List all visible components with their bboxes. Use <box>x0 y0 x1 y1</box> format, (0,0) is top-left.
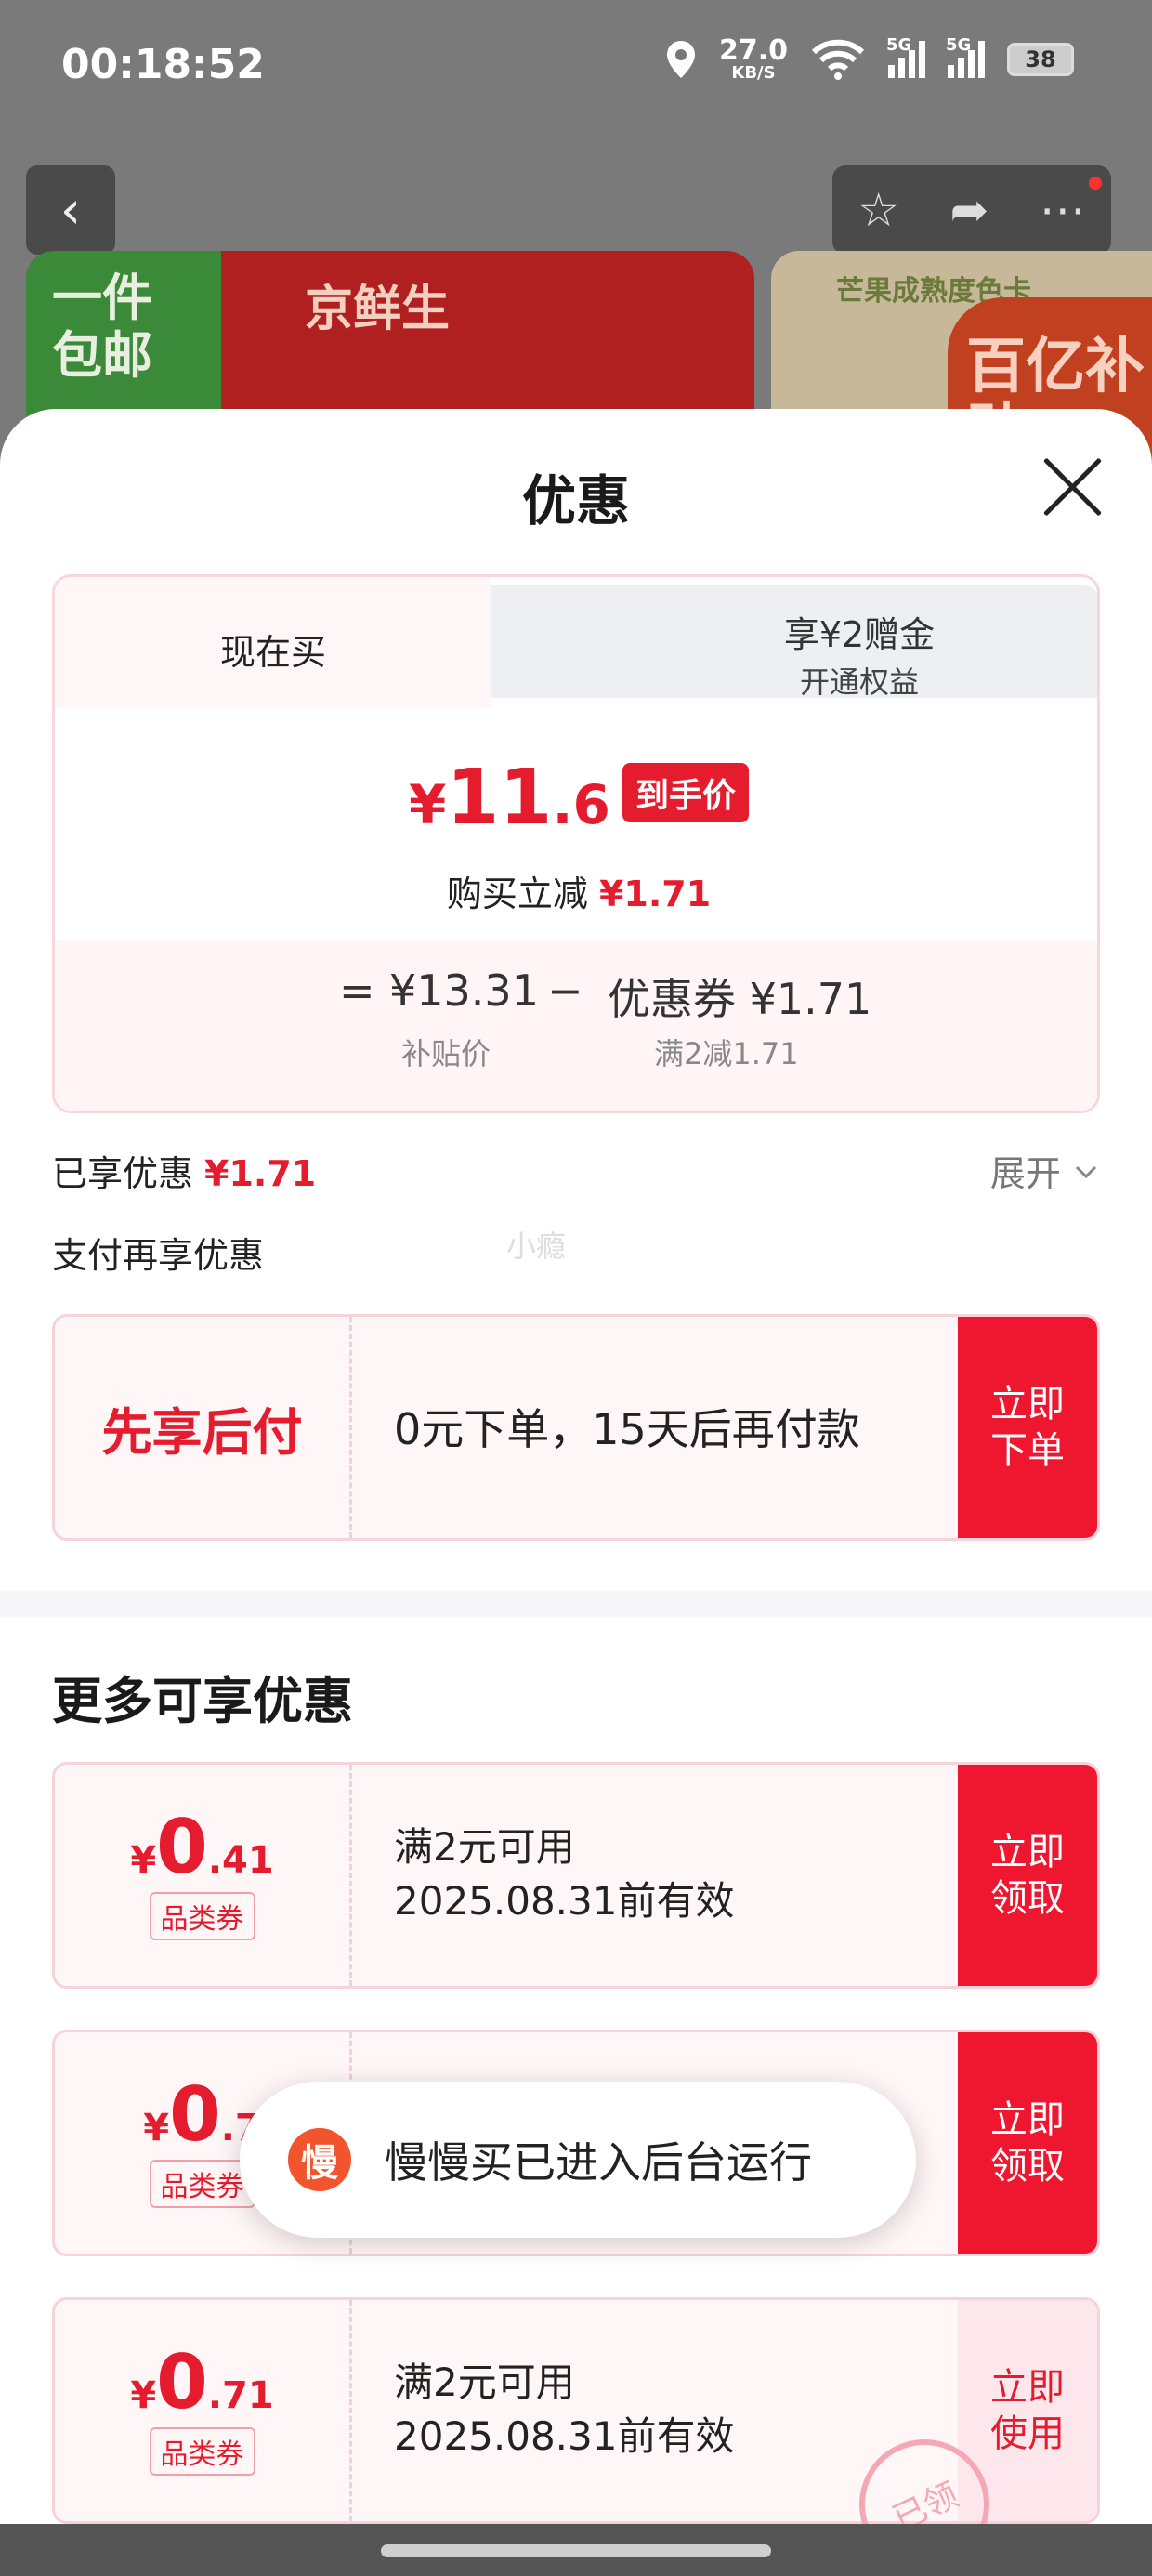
coupon-card: ¥0.41 品类券 满2元可用 2025.08.31前有效 立即 领取 <box>52 1762 1100 1989</box>
expand-button[interactable]: 展开 <box>990 1145 1100 1196</box>
tab-buy-now[interactable]: 现在买 <box>55 577 491 707</box>
bnpl-card: 先享后付 0元下单，15天后再付款 立即 下单 <box>52 1314 1100 1541</box>
coupon-amount: 优惠券 ¥1.71 <box>608 974 872 1024</box>
minus-sign: − <box>547 966 583 1016</box>
banner-title: 京鲜生 <box>305 282 451 337</box>
coupon-value: ¥0.71 <box>130 2339 274 2425</box>
base-price-label: 补贴价 <box>401 1036 491 1071</box>
coupon-condition: 满2元可用 <box>394 2359 575 2405</box>
discount-sheet: 优惠 享¥2赠金 开通权益 现在买 ¥11.6 到手价 购买立减 ¥1.71 =… <box>0 409 1152 2576</box>
order-now-button[interactable]: 立即 下单 <box>958 1317 1097 1538</box>
instant-discount: 购买立减 ¥1.71 <box>446 874 712 914</box>
coupon-expiry: 2025.08.31前有效 <box>394 2412 735 2459</box>
signal-2-icon: 5G <box>946 35 985 78</box>
toast-text: 慢慢买已进入后台运行 <box>385 2137 812 2188</box>
base-price: ¥13.31 <box>389 966 539 1016</box>
coupon-condition: 满2元可用 <box>394 1824 575 1870</box>
status-icons: 27.0 KB/S 5G 5G 38 <box>665 34 1074 83</box>
coupon-category: 品类券 <box>149 1892 255 1940</box>
claim-button[interactable]: 立即 领取 <box>958 1765 1097 1986</box>
navigation-bar <box>0 2524 1152 2576</box>
equals-sign: = <box>339 966 375 1016</box>
toast: 慢 慢慢买已进入后台运行 <box>240 2082 916 2238</box>
app-icon: 慢 <box>288 2128 351 2191</box>
share-icon[interactable]: ➦ <box>949 183 988 237</box>
screen: 00:18:52 27.0 KB/S 5G 5G 38 ‹ ☆ ➦ ⋯ 一件包邮 … <box>0 0 1152 2576</box>
more-discounts-title: 更多可享优惠 <box>52 1672 353 1730</box>
back-button[interactable]: ‹ <box>26 165 115 255</box>
price-tag: 到手价 <box>622 763 749 822</box>
chevron-left-icon: ‹ <box>59 179 82 241</box>
watermark: 小瘾 <box>506 1229 567 1264</box>
wifi-icon <box>811 39 865 80</box>
coupon-expiry: 2025.08.31前有效 <box>394 1877 735 1924</box>
pay-discount-label: 支付再享优惠 <box>52 1235 265 1276</box>
location-icon <box>666 41 695 78</box>
status-bar: 00:18:52 27.0 KB/S 5G 5G 38 <box>0 0 1152 139</box>
home-indicator[interactable] <box>381 2544 771 2557</box>
claim-button[interactable]: 立即 领取 <box>958 2032 1097 2254</box>
bnpl-desc: 0元下单，15天后再付款 <box>394 1404 860 1454</box>
top-actions: ☆ ➦ ⋯ <box>832 165 1111 255</box>
price-card: 享¥2赠金 开通权益 现在买 ¥11.6 到手价 购买立减 ¥1.71 = ¥1 <box>52 574 1100 1113</box>
close-icon[interactable] <box>1039 453 1106 520</box>
signal-1-icon: 5G <box>886 35 925 78</box>
notification-dot <box>1089 177 1102 190</box>
star-icon[interactable]: ☆ <box>857 183 899 237</box>
net-speed: 27.0 KB/S <box>718 34 788 83</box>
enjoyed-discount: 已享优惠 ¥1.71 <box>52 1153 317 1194</box>
coupon-category: 品类券 <box>149 2427 255 2476</box>
more-icon[interactable]: ⋯ <box>1040 183 1086 237</box>
coupon-value: ¥0.41 <box>130 1804 274 1890</box>
sheet-title: 优惠 <box>521 469 630 532</box>
clock: 00:18:52 <box>61 41 265 88</box>
battery-icon: 38 <box>1007 43 1074 76</box>
price-card-body: 现在买 ¥11.6 到手价 购买立减 ¥1.71 = ¥13.31 − 优惠券 … <box>52 574 1100 1113</box>
chevron-down-icon <box>1075 1165 1097 1179</box>
coupon-rule: 满2减1.71 <box>654 1036 799 1071</box>
final-price: ¥11.6 到手价 <box>55 754 1097 842</box>
bnpl-title: 先享后付 <box>101 1402 303 1462</box>
